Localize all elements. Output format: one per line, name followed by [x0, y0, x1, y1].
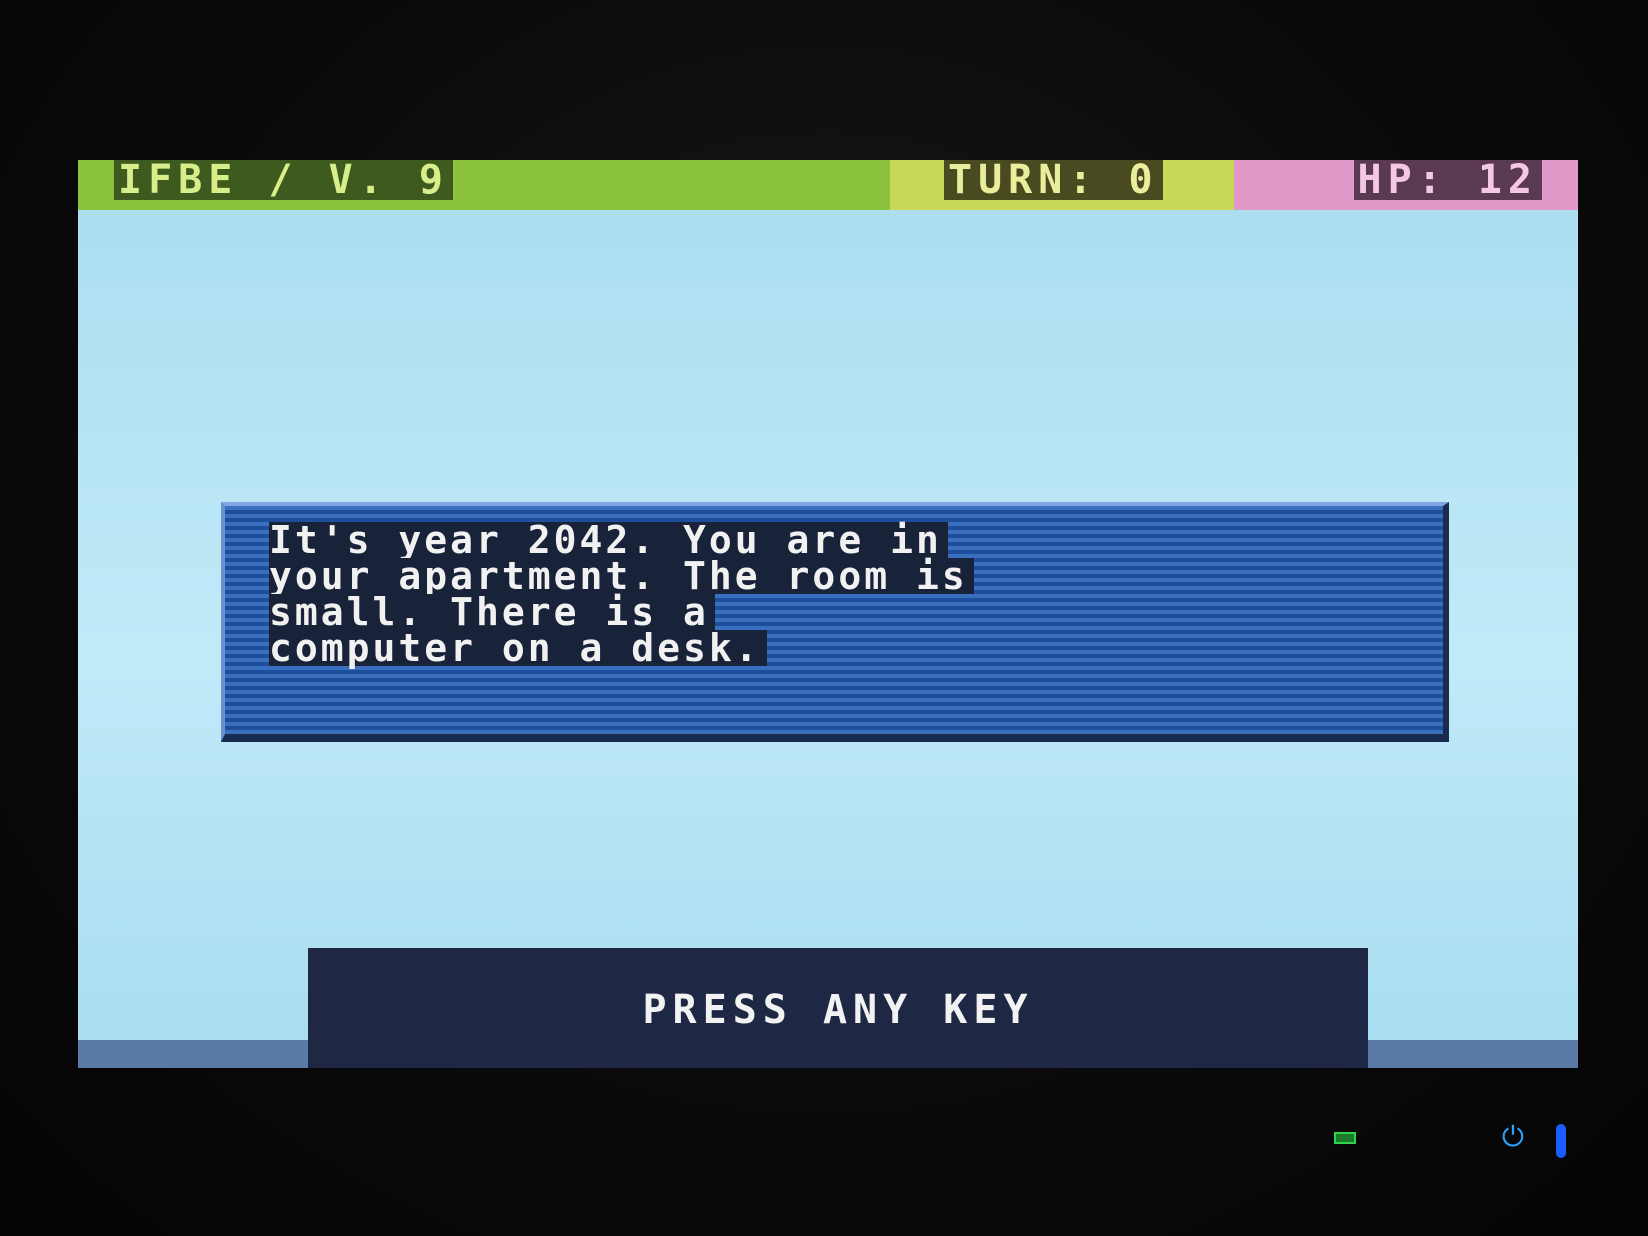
power-button-icon[interactable]: ⏻ — [1500, 1122, 1526, 1152]
game-title: IFBE / V. 9 — [114, 160, 453, 200]
press-any-key-prompt[interactable]: PRESS ANY KEY — [308, 988, 1368, 1032]
narration-line: It's year 2042. You are in — [269, 521, 1409, 559]
narration-line: computer on a desk. — [269, 629, 1409, 667]
battery-led-icon — [1334, 1132, 1356, 1144]
hp-counter: HP: 12 — [1353, 160, 1542, 200]
brand-logo — [1410, 62, 1590, 122]
status-turn-section: TURN: 0 — [890, 160, 1234, 210]
monitor-bezel: IFBE / V. 9 TURN: 0 HP: 12 It's year 204… — [0, 0, 1648, 1236]
narration-line: small. There is a — [269, 593, 1409, 631]
status-title-section: IFBE / V. 9 — [78, 160, 890, 210]
status-leds: ⏻ — [1320, 1122, 1580, 1162]
narration-line: your apartment. The room is — [269, 557, 1409, 595]
power-led-icon — [1556, 1124, 1566, 1158]
status-bar: IFBE / V. 9 TURN: 0 HP: 12 — [78, 160, 1578, 210]
turn-counter: TURN: 0 — [944, 160, 1163, 200]
status-hp-section: HP: 12 — [1234, 160, 1578, 210]
prompt-panel[interactable]: PRESS ANY KEY — [308, 948, 1368, 1068]
game-screen: IFBE / V. 9 TURN: 0 HP: 12 It's year 204… — [78, 160, 1578, 1068]
narration-text: It's year 2042. You are in your apartmen… — [269, 521, 1409, 667]
narration-dialog: It's year 2042. You are in your apartmen… — [221, 502, 1449, 742]
